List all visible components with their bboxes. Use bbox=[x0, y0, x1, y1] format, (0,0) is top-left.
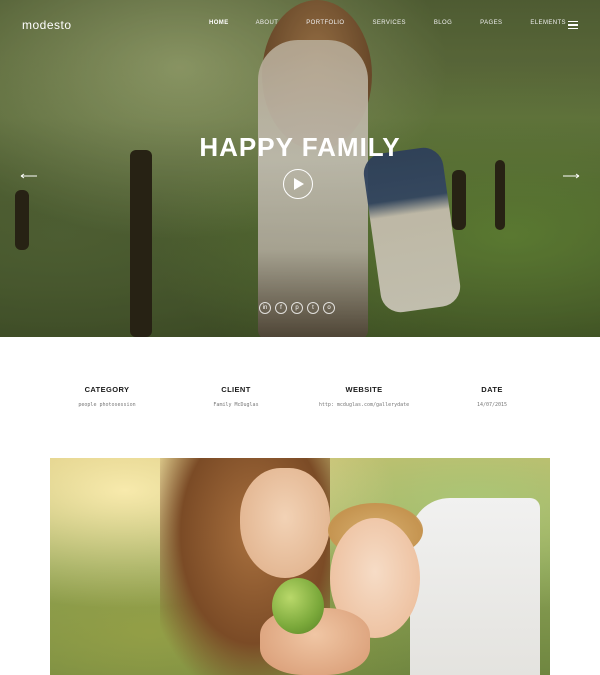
hero-slider: modesto HOME ABOUT PORTFOLIO SERVICES BL… bbox=[0, 0, 600, 337]
main-nav: HOME ABOUT PORTFOLIO SERVICES BLOG PAGES… bbox=[198, 20, 566, 26]
hamburger-icon[interactable] bbox=[568, 21, 578, 30]
nav-item-pages[interactable]: PAGES bbox=[480, 20, 502, 26]
photo-woman-shirt bbox=[410, 498, 540, 675]
nav-item-services[interactable]: SERVICES bbox=[372, 20, 405, 26]
info-label: CATEGORY bbox=[84, 385, 130, 394]
project-photo bbox=[50, 458, 550, 675]
info-category: CATEGORY people photosession bbox=[32, 385, 182, 408]
play-button[interactable] bbox=[283, 169, 313, 199]
twitter-icon[interactable]: t bbox=[307, 302, 319, 314]
instagram-icon[interactable]: o bbox=[323, 302, 335, 314]
site-logo[interactable]: modesto bbox=[22, 18, 72, 32]
slider-prev-button[interactable] bbox=[20, 166, 38, 179]
facebook-icon[interactable]: f bbox=[275, 302, 287, 314]
arrow-left-icon bbox=[20, 173, 37, 179]
hero-title: HAPPY FAMILY bbox=[199, 132, 401, 162]
info-value: people photosession bbox=[78, 402, 136, 408]
play-icon bbox=[294, 178, 304, 190]
photo-woman-face bbox=[240, 468, 330, 578]
nav-item-portfolio[interactable]: PORTFOLIO bbox=[306, 20, 344, 26]
nav-item-blog[interactable]: BLOG bbox=[434, 20, 452, 26]
social-links: in f p t o bbox=[259, 302, 335, 314]
info-label: DATE bbox=[481, 385, 503, 394]
slider-next-button[interactable] bbox=[562, 166, 580, 179]
nav-item-elements[interactable]: ELEMENTS bbox=[530, 20, 566, 26]
nav-item-home[interactable]: HOME bbox=[209, 20, 229, 26]
nav-item-about[interactable]: ABOUT bbox=[256, 20, 279, 26]
top-navbar: modesto HOME ABOUT PORTFOLIO SERVICES BL… bbox=[0, 0, 600, 52]
info-date: DATE 14/07/2015 bbox=[417, 385, 567, 408]
info-value: 14/07/2015 bbox=[476, 402, 508, 408]
photo-apple bbox=[272, 578, 324, 634]
pinterest-icon[interactable]: p bbox=[291, 302, 303, 314]
arrow-right-icon bbox=[563, 173, 580, 179]
linkedin-icon[interactable]: in bbox=[259, 302, 271, 314]
